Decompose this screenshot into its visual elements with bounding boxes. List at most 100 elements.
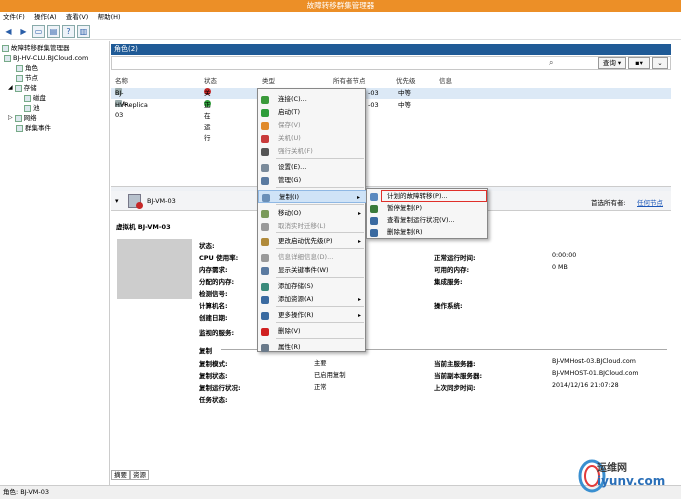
context-menu-item[interactable]: 添加资源(A) ▸ <box>258 293 367 306</box>
replication-health-icon <box>370 217 378 225</box>
context-menu-item[interactable]: 移动(O) ▸ <box>258 207 367 220</box>
menu-action[interactable]: 操作(A) <box>34 13 57 21</box>
submenu-arrow-icon: ▸ <box>356 194 360 201</box>
console-tree-icon[interactable]: ▤ <box>47 24 60 38</box>
storage-icon <box>14 84 22 92</box>
save-query-button[interactable]: ▪▾ <box>628 57 650 69</box>
context-menu-item[interactable]: 复制(I) ▸ <box>258 190 367 203</box>
query-button[interactable]: 查询 ▾ <box>598 57 626 69</box>
context-menu-item[interactable]: 启动(T) <box>258 106 367 119</box>
submenu-arrow-icon: ▸ <box>357 312 361 319</box>
toolbar: ◀ ▶ ▭ ▤ ? ▥ <box>0 23 681 40</box>
table-row[interactable]: BJ-VM-03 关机 -03 中等 <box>111 88 671 119</box>
menu-help[interactable]: 帮助(H) <box>98 13 121 21</box>
context-menu-item[interactable]: 信息详细信息(D)... <box>258 251 367 264</box>
pause-replication-icon <box>370 205 378 213</box>
collapse-chevron-icon[interactable]: ▾ <box>115 197 119 205</box>
roles-icon <box>16 64 23 72</box>
tab-summary[interactable]: 摘要 <box>111 470 130 480</box>
tree-item-disks[interactable]: 磁盘 <box>0 93 109 103</box>
submenu-arrow-icon: ▸ <box>357 296 361 303</box>
tree-item-roles[interactable]: 角色 <box>0 63 109 73</box>
context-menu-item[interactable]: 删除(V) <box>258 325 367 338</box>
tree-item-cluster-events[interactable]: 群集事件 <box>0 123 109 133</box>
save-icon: ▪ <box>635 59 640 67</box>
main-pane: 角色(2) ⌕ 查询 ▾ ▪▾ ⌄ 名称 状态 类型 所有者节点 优先级 信息 … <box>111 41 671 485</box>
events-icon <box>261 267 269 275</box>
tree-item-cluster[interactable]: BJ-HV-CLU.BJCloud.com <box>0 53 109 63</box>
priority-icon <box>261 238 269 246</box>
cancel-migration-icon <box>261 223 269 231</box>
menu-separator <box>276 187 364 188</box>
forward-arrow-icon[interactable]: ▶ <box>17 25 30 38</box>
properties-icon <box>261 344 269 352</box>
context-menu: 连接(C)... 启动(T) 保存(V) 关机(U) 强行关机(F) 设置(E)... 管理… <box>257 88 367 354</box>
vm-header-name: BJ-VM-03 <box>147 197 176 205</box>
disk-icon <box>24 94 31 102</box>
pool-icon <box>24 104 31 112</box>
settings-icon <box>261 164 269 172</box>
manage-icon <box>261 177 269 185</box>
preferred-owner-label: 首选所有者: <box>591 199 626 207</box>
context-menu-item[interactable]: 管理(G) <box>258 174 367 187</box>
stopped-icon <box>136 202 143 209</box>
submenu-arrow-icon: ▸ <box>357 238 361 245</box>
tree-item-storage[interactable]: ◢ 存储 <box>0 83 109 93</box>
tree-item-pools[interactable]: 池 <box>0 103 109 113</box>
menu-view[interactable]: 查看(V) <box>66 13 89 21</box>
context-menu-item[interactable]: 设置(E)... <box>258 161 367 174</box>
column-type[interactable]: 类型 <box>262 75 275 85</box>
tree-item-networks[interactable]: ▷ 网络 <box>0 113 109 123</box>
context-menu-item[interactable]: 添加存储(S) <box>258 280 367 293</box>
column-status[interactable]: 状态 <box>204 75 217 85</box>
menu-separator <box>276 338 364 339</box>
menu-separator <box>276 322 364 323</box>
table-row[interactable]: HVReplica 正在运行 -03 中等 <box>111 100 671 142</box>
folder-icon[interactable]: ▭ <box>32 24 45 38</box>
column-priority[interactable]: 优先级 <box>396 75 416 85</box>
column-info[interactable]: 信息 <box>439 75 452 85</box>
tree-item-root[interactable]: 故障转移群集管理器 <box>0 43 109 53</box>
action-pane-icon[interactable]: ▥ <box>77 24 90 38</box>
context-menu-item[interactable]: 强行关机(F) <box>258 145 367 158</box>
watermark-bottom: iyunv.com <box>597 474 666 488</box>
expand-arrow-icon[interactable]: ◢ <box>8 83 13 93</box>
replication-section: 复制 <box>199 347 212 355</box>
cluster-icon <box>4 54 11 62</box>
help-icon[interactable]: ? <box>62 24 75 38</box>
context-menu-item[interactable]: 更多操作(R) ▸ <box>258 309 367 322</box>
collapse-arrow-icon[interactable]: ▷ <box>8 113 13 123</box>
nodes-icon <box>16 74 23 82</box>
submenu-item[interactable]: 删除复制(R) <box>367 226 489 239</box>
tab-resources[interactable]: 资源 <box>130 470 149 480</box>
search-icon[interactable]: ⌕ <box>549 58 557 68</box>
context-menu-item[interactable]: 关机(U) <box>258 132 367 145</box>
search-input[interactable]: ⌕ <box>111 56 671 70</box>
expand-button[interactable]: ⌄ <box>652 57 668 69</box>
column-name[interactable]: 名称 <box>115 75 128 85</box>
submenu-arrow-icon: ▸ <box>357 210 361 217</box>
start-icon <box>261 109 269 117</box>
events-icon <box>16 124 23 132</box>
roles-header: 角色(2) <box>111 44 671 55</box>
column-owner[interactable]: 所有者节点 <box>333 75 366 85</box>
menu-bar: 文件(F) 操作(A) 查看(V) 帮助(H) <box>0 12 681 23</box>
context-menu-item[interactable]: 连接(C)... <box>258 93 367 106</box>
tree-item-nodes[interactable]: 节点 <box>0 73 109 83</box>
highlight-box <box>381 190 487 202</box>
context-menu-item[interactable]: 属性(R) <box>258 341 367 354</box>
window-title: 故障转移群集管理器 <box>0 0 681 12</box>
add-storage-icon <box>261 283 269 291</box>
preferred-owner-link[interactable]: 任何节点 <box>637 197 663 207</box>
back-arrow-icon[interactable]: ◀ <box>2 25 15 38</box>
menu-separator <box>276 248 364 249</box>
info-details-icon <box>261 254 269 262</box>
delete-icon <box>261 328 269 336</box>
context-menu-item[interactable]: 显示关键事件(W) <box>258 264 367 277</box>
context-menu-item[interactable]: 更改启动优先级(P) ▸ <box>258 235 367 248</box>
replication-icon <box>262 194 270 202</box>
save-icon <box>261 122 269 130</box>
context-menu-item[interactable]: 保存(V) <box>258 119 367 132</box>
menu-file[interactable]: 文件(F) <box>3 13 25 21</box>
remove-replication-icon <box>370 229 378 237</box>
